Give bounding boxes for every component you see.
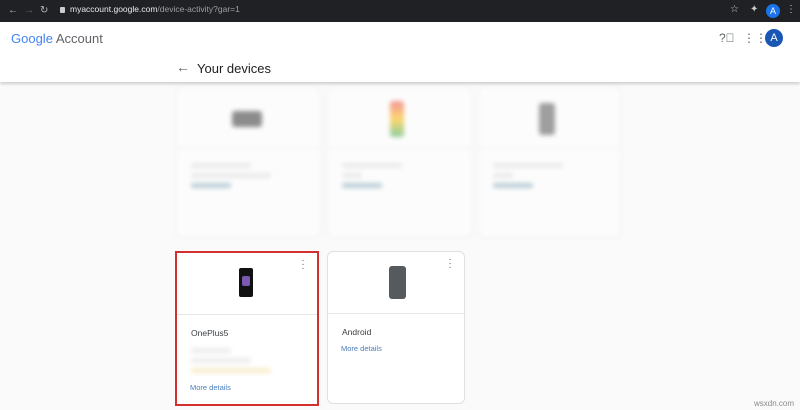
page-title: Your devices (197, 61, 271, 76)
forward-icon[interactable]: → (24, 5, 34, 16)
extensions-icon[interactable]: ✦ (750, 4, 758, 15)
phone-image (239, 268, 253, 297)
blurred-device-card (478, 86, 621, 238)
logo-account: Account (55, 31, 103, 46)
blurred-device-card (327, 86, 472, 238)
google-account-logo[interactable]: Google Account (11, 31, 103, 46)
more-options-icon[interactable]: · · · (448, 255, 452, 273)
address-bar[interactable]: myaccount.google.com/device-activity?gar… (60, 4, 240, 14)
more-options-icon[interactable]: · · · (301, 256, 305, 274)
star-icon[interactable]: ☆ (730, 4, 739, 15)
back-arrow-icon[interactable]: ← (176, 59, 190, 75)
device-name: Android (342, 327, 372, 337)
lock-icon (60, 7, 65, 13)
more-details-link[interactable]: More details (190, 383, 317, 392)
device-card-android[interactable]: · · · Android More details (327, 251, 465, 404)
watermark: wsxdn.com (753, 399, 794, 408)
blurred-device-card (176, 86, 321, 238)
device-name: OnePlus5 (191, 328, 229, 338)
help-icon[interactable]: ?⃝ (719, 31, 735, 45)
account-header: Google Account ← Your devices ?⃝ ⋮⋮⋮ A (0, 22, 800, 82)
menu-icon[interactable]: ⋮ (786, 4, 796, 15)
device-card-oneplus5[interactable]: · · · OnePlus5 More details (175, 251, 319, 406)
browser-toolbar: ← → ↻ myaccount.google.com/device-activi… (0, 0, 800, 22)
logo-google: Google (11, 31, 53, 46)
browser-profile-avatar[interactable]: A (766, 4, 780, 18)
reload-icon[interactable]: ↻ (40, 5, 48, 16)
profile-avatar[interactable]: A (765, 29, 783, 47)
url-host: myaccount.google.com (70, 4, 158, 14)
more-details-link[interactable]: More details (341, 344, 464, 353)
phone-image (389, 266, 406, 299)
back-icon[interactable]: ← (8, 5, 18, 16)
url-path: /device-activity?gar=1 (157, 4, 240, 14)
